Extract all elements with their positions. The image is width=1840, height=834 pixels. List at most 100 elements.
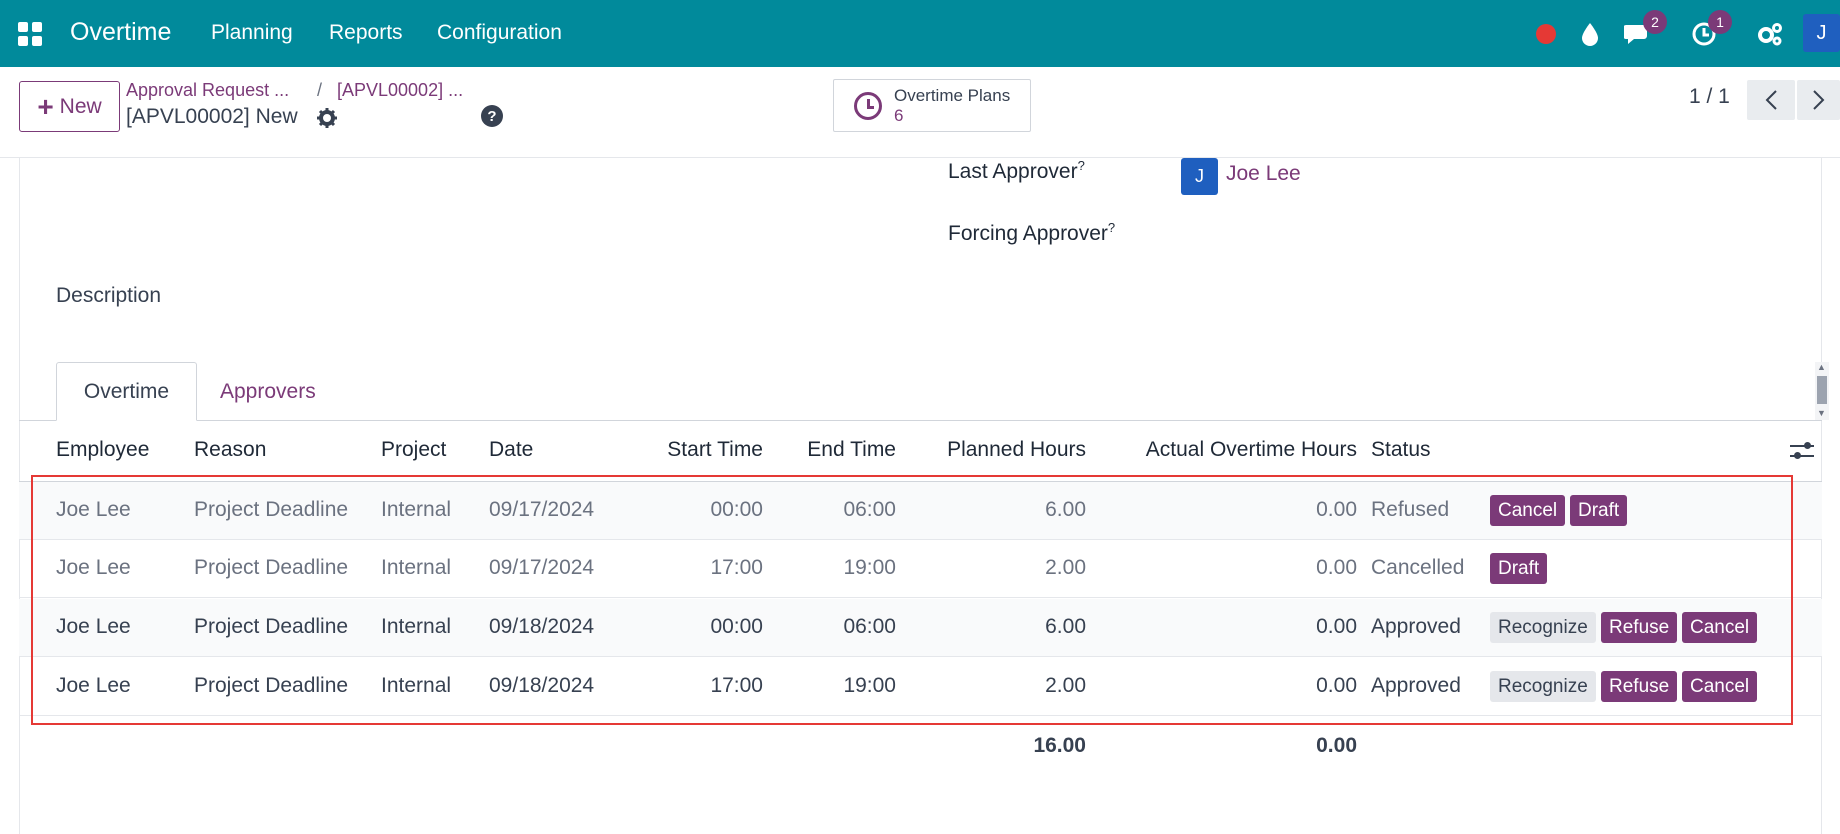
cell-end-time: 19:00 <box>843 556 896 579</box>
cell-planned-hours: 6.00 <box>1045 498 1086 521</box>
cell-employee: Joe Lee <box>56 556 131 579</box>
table-row[interactable]: Joe Lee Project Deadline Internal 09/18/… <box>19 658 1822 716</box>
cell-actual-hours: 0.00 <box>1316 556 1357 579</box>
breadcrumb-parent[interactable]: Approval Request ... <box>126 80 289 101</box>
cell-reason: Project Deadline <box>194 556 349 579</box>
settings-gears-icon[interactable] <box>1754 18 1786 50</box>
draft-button[interactable]: Draft <box>1570 495 1628 526</box>
help-mark[interactable]: ? <box>1078 158 1085 173</box>
total-actual-hours: 0.00 <box>1316 734 1357 757</box>
gear-icon[interactable] <box>316 107 338 135</box>
forcing-approver-label: Forcing Approver? <box>948 220 1116 245</box>
app-name[interactable]: Overtime <box>70 18 171 47</box>
cell-end-time: 19:00 <box>843 674 896 697</box>
tab-overtime[interactable]: Overtime <box>56 362 197 421</box>
table-row[interactable]: Joe Lee Project Deadline Internal 09/17/… <box>19 482 1822 540</box>
app-menu-icon[interactable] <box>18 22 42 46</box>
cell-date: 09/18/2024 <box>489 674 595 697</box>
last-approver-value[interactable]: Joe Lee <box>1226 162 1301 186</box>
scrollbar[interactable]: ▲ ▼ <box>1815 362 1829 420</box>
breadcrumb-current[interactable]: [APVL00002] ... <box>337 80 463 101</box>
col-employee[interactable]: Employee <box>56 438 149 462</box>
cell-project: Internal <box>381 615 452 638</box>
control-panel: + New Approval Request ... / [APVL00002]… <box>0 67 1840 158</box>
cell-date: 09/17/2024 <box>489 556 595 579</box>
scroll-up-icon[interactable]: ▲ <box>1817 362 1826 372</box>
cell-start-time: 17:00 <box>710 674 763 697</box>
chat-badge: 2 <box>1643 10 1667 34</box>
new-button[interactable]: + New <box>19 81 120 132</box>
pager-next-button[interactable] <box>1797 80 1840 120</box>
top-navbar: Overtime Planning Reports Configuration … <box>0 0 1840 67</box>
draft-button[interactable]: Draft <box>1490 553 1548 584</box>
recognize-button[interactable]: Recognize <box>1490 671 1596 702</box>
help-mark[interactable]: ? <box>1108 220 1115 235</box>
help-icon[interactable]: ? <box>481 105 503 127</box>
cell-planned-hours: 2.00 <box>1045 556 1086 579</box>
user-avatar[interactable]: J <box>1803 14 1840 52</box>
optional-columns-icon[interactable] <box>1790 440 1814 462</box>
clock-icon <box>854 92 882 120</box>
table-row[interactable]: Joe Lee Project Deadline Internal 09/18/… <box>19 599 1822 657</box>
cell-planned-hours: 6.00 <box>1045 615 1086 638</box>
activity-clock-icon[interactable]: 1 <box>1688 10 1732 50</box>
col-actual-overtime-hours[interactable]: Actual Overtime Hours <box>1100 438 1357 462</box>
col-reason[interactable]: Reason <box>194 438 266 462</box>
new-button-label: New <box>59 94 102 118</box>
cell-project: Internal <box>381 674 452 697</box>
total-planned-hours: 16.00 <box>1033 734 1086 757</box>
cell-date: 09/17/2024 <box>489 498 595 521</box>
cancel-button[interactable]: Cancel <box>1682 612 1758 643</box>
cell-employee: Joe Lee <box>56 615 131 638</box>
menu-planning[interactable]: Planning <box>211 21 293 45</box>
cell-actual-hours: 0.00 <box>1316 615 1357 638</box>
activity-badge: 1 <box>1708 10 1732 34</box>
cell-project: Internal <box>381 556 452 579</box>
cell-reason: Project Deadline <box>194 674 349 697</box>
cell-actual-hours: 0.00 <box>1316 674 1357 697</box>
col-date[interactable]: Date <box>489 438 533 462</box>
col-end-time[interactable]: End Time <box>760 438 896 462</box>
record-title: [APVL00002] New <box>126 105 298 128</box>
smart-button-label: Overtime Plans <box>894 86 1011 105</box>
col-project[interactable]: Project <box>381 438 446 462</box>
plus-icon: + <box>37 90 54 122</box>
cell-date: 09/18/2024 <box>489 615 595 638</box>
description-label: Description <box>56 284 162 307</box>
refuse-button[interactable]: Refuse <box>1601 612 1678 643</box>
breadcrumb-separator: / <box>317 80 323 100</box>
menu-configuration[interactable]: Configuration <box>437 21 562 45</box>
cell-planned-hours: 2.00 <box>1045 674 1086 697</box>
scrollbar-thumb[interactable] <box>1817 376 1827 404</box>
cell-reason: Project Deadline <box>194 615 349 638</box>
cell-start-time: 17:00 <box>710 556 763 579</box>
col-planned-hours[interactable]: Planned Hours <box>900 438 1086 462</box>
cancel-button[interactable]: Cancel <box>1682 671 1758 702</box>
tab-approvers[interactable]: Approvers <box>220 362 316 421</box>
recognize-button[interactable]: Recognize <box>1490 612 1596 643</box>
cell-employee: Joe Lee <box>56 674 131 697</box>
cell-end-time: 06:00 <box>843 498 896 521</box>
cell-status: Approved <box>1371 615 1461 638</box>
smart-button-count: 6 <box>894 106 904 125</box>
chat-icon[interactable]: 2 <box>1623 10 1667 50</box>
cell-status: Refused <box>1371 498 1450 521</box>
cell-employee: Joe Lee <box>56 498 131 521</box>
overtime-plans-smart-button[interactable]: Overtime Plans 6 <box>833 79 1031 132</box>
table-row[interactable]: Joe Lee Project Deadline Internal 09/17/… <box>19 540 1822 598</box>
droplet-icon[interactable] <box>1574 18 1606 50</box>
scroll-down-icon[interactable]: ▼ <box>1817 408 1826 418</box>
col-status[interactable]: Status <box>1371 438 1431 462</box>
refuse-button[interactable]: Refuse <box>1601 671 1678 702</box>
cell-start-time: 00:00 <box>710 498 763 521</box>
cell-start-time: 00:00 <box>710 615 763 638</box>
cancel-button[interactable]: Cancel <box>1490 495 1566 526</box>
pager-value[interactable]: 1 / 1 <box>1689 85 1730 109</box>
menu-reports[interactable]: Reports <box>329 21 403 45</box>
last-approver-label: Last Approver? <box>948 158 1085 183</box>
col-start-time[interactable]: Start Time <box>600 438 763 462</box>
record-icon[interactable] <box>1530 18 1562 50</box>
cell-end-time: 06:00 <box>843 615 896 638</box>
pager-previous-button[interactable] <box>1747 80 1795 120</box>
cell-actual-hours: 0.00 <box>1316 498 1357 521</box>
